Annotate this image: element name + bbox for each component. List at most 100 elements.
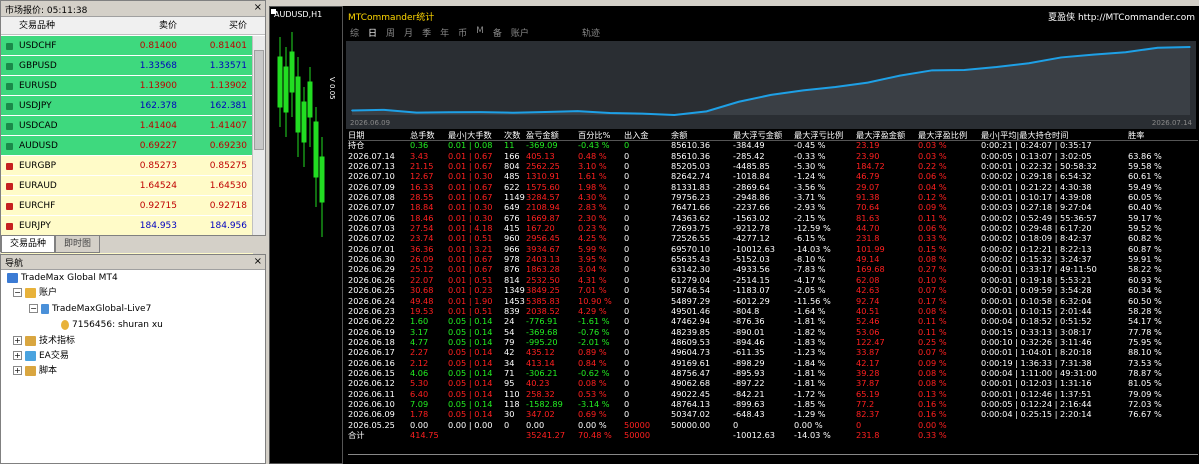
- tree-item-broker[interactable]: TradeMax Global MT4: [7, 271, 118, 285]
- cell-deposit: 0: [624, 316, 630, 327]
- tree-label: EA交易: [39, 351, 69, 361]
- col-symbol-header[interactable]: 交易品种: [1, 17, 111, 34]
- cell-hold-time: 0:00:05 | 0:12:24 | 2:16:44: [981, 398, 1092, 409]
- tab-week[interactable]: 周: [386, 26, 395, 39]
- market-row-euraud[interactable]: EURAUD 1.64524 1.64530: [1, 176, 253, 196]
- scrollbar-thumb[interactable]: [254, 50, 264, 150]
- tab-tick-chart[interactable]: 即时图: [55, 236, 101, 253]
- ask-cell: 1.64530: [209, 181, 247, 191]
- cell-deposit: 0: [624, 388, 630, 399]
- chart-start-date: 2026.06.09: [350, 119, 391, 127]
- balance-curve-svg: [351, 46, 1191, 117]
- cell-hold-time: [981, 420, 1128, 430]
- cell-max-float-profit: 29.07: [856, 181, 880, 192]
- mtc-brand-link[interactable]: 夏盈侠 http://MTCommander.com: [1048, 10, 1195, 23]
- tab-trace[interactable]: 轨迹: [582, 26, 600, 39]
- market-row-usdchf[interactable]: USDCHF 0.81400 0.81401: [1, 36, 253, 56]
- cell-count: 622: [504, 181, 520, 192]
- balance-point: [480, 111, 482, 113]
- market-row-eurgbp[interactable]: EURGBP 0.85273 0.85275: [1, 156, 253, 176]
- cell-max-float-loss-pct: -2.15 %: [794, 212, 826, 223]
- cell-max-float-profit: 92.74: [856, 295, 880, 306]
- cell-balance: 85610.36: [671, 150, 711, 161]
- market-row-usdcad[interactable]: USDCAD 1.41404 1.41407: [1, 116, 253, 136]
- tab-year[interactable]: 年: [440, 26, 449, 39]
- cell-percent: 3.95 %: [578, 254, 607, 265]
- cell-profit: 1669.87: [526, 212, 560, 223]
- cell-deposit: 0: [624, 192, 630, 203]
- table-row: 2026.07.09 16.33 0.01 | 0.67 622 1575.60 1.98…: [348, 182, 1198, 192]
- mtc-title: MTCommander统计: [348, 13, 435, 23]
- cell-count: 110: [504, 388, 520, 399]
- tab-symbols[interactable]: 交易品种: [1, 236, 56, 253]
- expand-icon[interactable]: +: [13, 351, 22, 360]
- tab-quarter[interactable]: 季: [422, 26, 431, 39]
- col-ask-header[interactable]: 买价: [181, 17, 251, 34]
- tab-account[interactable]: 账户: [511, 26, 529, 39]
- balance-point: [866, 81, 869, 84]
- ask-cell: 1.33571: [209, 61, 247, 71]
- market-watch-scrollbar[interactable]: [252, 36, 265, 235]
- cell-max-float-profit: 231.8: [856, 429, 880, 440]
- collapse-icon[interactable]: −: [29, 304, 38, 313]
- market-row-audusd[interactable]: AUDUSD 0.69227 0.69230: [1, 136, 253, 156]
- expand-icon[interactable]: +: [13, 336, 22, 345]
- cell-profit: 347.02: [526, 409, 555, 420]
- market-row-usdjpy[interactable]: USDJPY 162.378 162.381: [1, 96, 253, 116]
- tree-item-scripts[interactable]: + 脚本: [13, 364, 57, 378]
- tree-item-account[interactable]: 7156456: shuran xu: [61, 318, 163, 332]
- close-icon[interactable]: ×: [254, 256, 262, 267]
- market-row-eurjpy[interactable]: EURJPY 184.953 184.956: [1, 216, 253, 236]
- cell-percent: 4.30 %: [578, 192, 607, 203]
- cell-profit: 盈亏金额: [526, 130, 559, 140]
- table-row: 2026.07.07 18.84 0.01 | 0.30 649 2108.94 2.83…: [348, 202, 1198, 212]
- cell-date: 2026.06.26: [348, 274, 395, 285]
- cell-balance: 65635.43: [671, 254, 711, 265]
- tab-currency[interactable]: 币: [458, 26, 467, 39]
- cell-max-float-profit: 40.51: [856, 305, 880, 316]
- balance-point: [770, 94, 772, 96]
- balance-point: [641, 112, 643, 115]
- tab-month[interactable]: 月: [404, 26, 413, 39]
- cell-max-float-profit: 0: [856, 419, 862, 430]
- cell-date: 2026.07.14: [348, 150, 395, 161]
- cell-balance: 61279.04: [671, 274, 711, 285]
- market-row-eurchf[interactable]: EURCHF 0.92715 0.92718: [1, 196, 253, 216]
- cell-percent: 0.69 %: [578, 409, 607, 420]
- market-watch-title: 市场报价: 05:11:38 ×: [1, 1, 265, 17]
- cell-max-float-profit: 65.19: [856, 388, 880, 399]
- cell-date: 2026.07.07: [348, 202, 395, 213]
- close-icon[interactable]: ×: [254, 2, 262, 13]
- tab-day[interactable]: 日: [368, 26, 377, 39]
- tree-item-indicators[interactable]: + 技术指标: [13, 334, 75, 348]
- cell-max-float-profit: 169.68: [856, 264, 885, 275]
- tab-magic[interactable]: M: [476, 26, 484, 39]
- balance-point: [673, 114, 676, 116]
- cell-max-float-loss: -897.22: [733, 378, 765, 389]
- market-row-eurusd[interactable]: EURUSD 1.13900 1.13902: [1, 76, 253, 96]
- cell-count: 次数: [504, 130, 521, 140]
- candlestick-chart: V 0.05: [277, 32, 336, 237]
- tab-note[interactable]: 备: [493, 26, 502, 39]
- cell-profit: 3284.57: [526, 192, 560, 203]
- tree-item-server[interactable]: − TradeMaxGlobal-Live7: [29, 302, 151, 316]
- col-bid-header[interactable]: 卖价: [111, 17, 181, 34]
- cell-lots: 2.27: [410, 347, 429, 358]
- tab-summary[interactable]: 综: [350, 26, 359, 39]
- ask-cell: 0.81401: [209, 41, 247, 51]
- cell-balance: 余额: [671, 130, 688, 140]
- expand-icon[interactable]: +: [13, 366, 22, 375]
- tree-item-accounts[interactable]: − 账户: [13, 286, 57, 300]
- tree-item-experts[interactable]: + EA交易: [13, 349, 69, 363]
- market-row-gbpusd[interactable]: GBPUSD 1.33568 1.33571: [1, 56, 253, 76]
- price-chart[interactable]: AUDUSD,H1 V 0.05: [269, 6, 343, 464]
- cell-balance: 69570.10: [671, 243, 711, 254]
- cell-deposit: 0: [624, 243, 630, 254]
- collapse-icon[interactable]: −: [13, 288, 22, 297]
- symbol-cell: EURJPY: [1, 216, 111, 235]
- cell-max-float-loss-pct: -3.56 %: [794, 181, 826, 192]
- cell-max-float-profit: 231.8: [856, 233, 880, 244]
- balance-point: [931, 69, 933, 72]
- cell-percent: -3.14 %: [578, 398, 610, 409]
- cell-max-float-loss-pct: -11.56 %: [794, 295, 831, 306]
